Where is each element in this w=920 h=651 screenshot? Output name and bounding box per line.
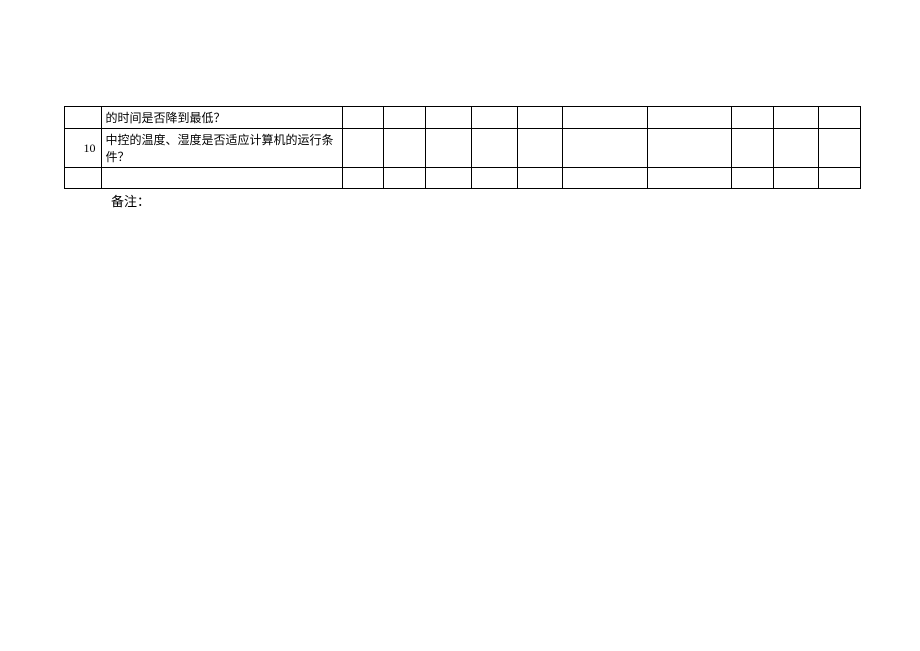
data-cell bbox=[426, 107, 472, 129]
data-cell bbox=[342, 168, 384, 189]
data-cell bbox=[563, 129, 647, 168]
data-cell bbox=[731, 107, 773, 129]
description-cell: 的时间是否降到最低？ bbox=[102, 107, 342, 129]
data-cell bbox=[819, 129, 861, 168]
data-cell bbox=[517, 107, 563, 129]
row-number-cell bbox=[65, 107, 102, 129]
data-cell bbox=[342, 129, 384, 168]
row-number-cell bbox=[65, 168, 102, 189]
data-cell bbox=[426, 129, 472, 168]
table-row: 的时间是否降到最低？ bbox=[65, 107, 861, 129]
data-cell bbox=[647, 129, 731, 168]
data-cell bbox=[563, 168, 647, 189]
data-cell bbox=[517, 168, 563, 189]
data-cell bbox=[384, 129, 426, 168]
notes-label: 备注： bbox=[111, 191, 150, 210]
data-cell bbox=[773, 107, 819, 129]
data-cell bbox=[563, 107, 647, 129]
data-cell bbox=[517, 129, 563, 168]
description-cell bbox=[102, 168, 342, 189]
data-cell bbox=[426, 168, 472, 189]
row-number-cell: 10 bbox=[65, 129, 102, 168]
data-cell bbox=[731, 168, 773, 189]
table-row bbox=[65, 168, 861, 189]
table-row: 10 中控的温度、湿度是否适应计算机的运行条件？ bbox=[65, 129, 861, 168]
data-cell bbox=[731, 129, 773, 168]
data-cell bbox=[819, 168, 861, 189]
data-cell bbox=[647, 168, 731, 189]
data-cell bbox=[471, 168, 517, 189]
data-cell bbox=[773, 168, 819, 189]
data-cell bbox=[384, 168, 426, 189]
data-table: 的时间是否降到最低？ 10 中控的温度、湿度是否适应计算机的运行条件？ bbox=[64, 106, 861, 189]
description-cell: 中控的温度、湿度是否适应计算机的运行条件？ bbox=[102, 129, 342, 168]
data-cell bbox=[471, 107, 517, 129]
data-cell bbox=[647, 107, 731, 129]
data-cell bbox=[819, 107, 861, 129]
data-table-container: 的时间是否降到最低？ 10 中控的温度、湿度是否适应计算机的运行条件？ bbox=[64, 106, 861, 189]
data-cell bbox=[384, 107, 426, 129]
data-cell bbox=[773, 129, 819, 168]
data-cell bbox=[342, 107, 384, 129]
data-cell bbox=[471, 129, 517, 168]
